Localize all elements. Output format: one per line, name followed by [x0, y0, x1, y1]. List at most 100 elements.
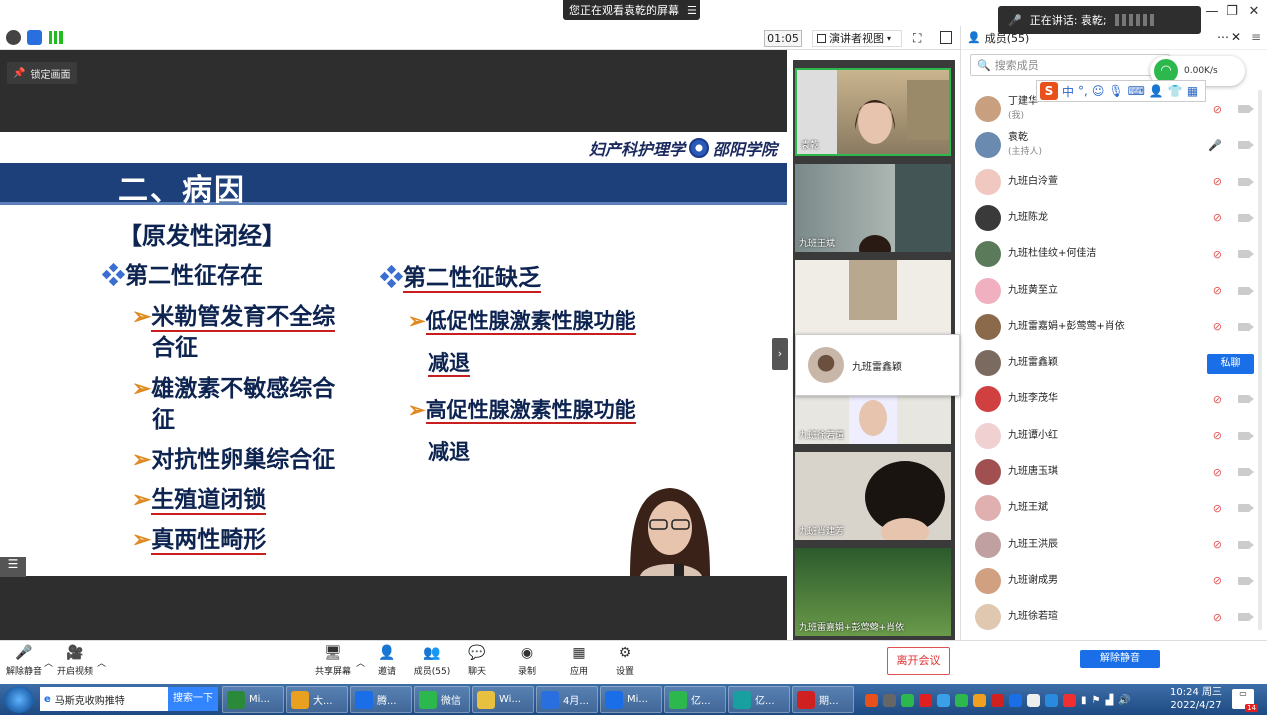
video-tile[interactable]: 袁乾	[795, 68, 951, 156]
emoji-icon[interactable]: ☺	[1092, 84, 1105, 98]
mic-muted-icon[interactable]: ⊘	[1213, 320, 1222, 333]
member-row[interactable]: 九班杜佳纹+何佳洁 ⊘	[970, 236, 1256, 272]
camera-icon[interactable]	[1238, 395, 1254, 404]
close-icon[interactable]: ✕	[1245, 4, 1263, 20]
member-row[interactable]: 九班王洪辰 ⊘	[970, 527, 1256, 563]
app-tray-icon[interactable]	[919, 693, 932, 707]
chat-button[interactable]: 💬 聊天	[453, 645, 501, 679]
mic-muted-icon[interactable]: ⊘	[1213, 502, 1222, 515]
taskbar-app[interactable]: 亿...	[728, 686, 790, 713]
start-button[interactable]	[4, 686, 34, 713]
camera-icon[interactable]	[1238, 141, 1254, 150]
settings-button[interactable]: ⚙ 设置	[601, 645, 649, 679]
signal-icon[interactable]: ▟	[1105, 695, 1113, 706]
mic-muted-icon[interactable]: ⊘	[1213, 538, 1222, 551]
mic-muted-icon[interactable]: ⊘	[1213, 175, 1222, 188]
mic-muted-icon[interactable]: ⊘	[1213, 466, 1222, 479]
chevron-icon[interactable]	[883, 693, 896, 707]
maximize-icon[interactable]: ❐	[1223, 4, 1241, 20]
chevron-up-icon[interactable]: ︿	[97, 656, 106, 669]
app-tray-icon[interactable]	[1027, 693, 1040, 707]
private-chat-button[interactable]: 私聊	[1207, 354, 1254, 374]
camera-icon[interactable]	[1238, 576, 1254, 585]
ime-mode-label[interactable]: 中	[1062, 83, 1074, 100]
mic-muted-icon[interactable]: ⊘	[1213, 103, 1222, 116]
taskbar-app[interactable]: 大...	[286, 686, 348, 713]
mic-muted-icon[interactable]: ⊘	[1213, 611, 1222, 624]
camera-icon[interactable]	[1238, 613, 1254, 622]
more-icon[interactable]: ⋯	[1217, 30, 1229, 44]
camera-icon[interactable]	[1238, 431, 1254, 440]
wifi-tray-icon[interactable]	[901, 693, 914, 707]
network-icon[interactable]	[1045, 693, 1058, 707]
sogou-icon[interactable]: S	[1040, 82, 1058, 100]
taskbar-app[interactable]: 微信	[414, 686, 470, 713]
panel-close-icon[interactable]: ✕	[1231, 30, 1241, 44]
shield-icon[interactable]	[27, 30, 42, 45]
member-row[interactable]: 九班徐若瑄 ⊘	[970, 599, 1256, 635]
camera-icon[interactable]	[1238, 213, 1254, 222]
collapse-strip-button[interactable]: ›	[772, 338, 788, 370]
share-screen-button[interactable]: 🖥 共享屏幕	[309, 645, 357, 679]
minimize-icon[interactable]: —	[1203, 4, 1221, 20]
video-tile[interactable]: 九班肖建芳	[795, 452, 951, 540]
mic-muted-icon[interactable]: ⊘	[1213, 574, 1222, 587]
app-tray-icon[interactable]	[1063, 693, 1076, 707]
member-row[interactable]: 九班唐玉琪 ⊘	[970, 454, 1256, 490]
mic-muted-icon[interactable]: ⊘	[1213, 429, 1222, 442]
view-mode-select[interactable]: 演讲者视图 ▾	[812, 30, 902, 47]
sogou-tray-icon[interactable]	[865, 693, 878, 707]
camera-icon[interactable]	[1238, 105, 1254, 113]
taskbar-app[interactable]: Wi...	[472, 686, 534, 713]
fullscreen-icon[interactable]: ⛶	[913, 31, 921, 46]
menu-icon[interactable]: ☰	[687, 4, 697, 17]
camera-icon[interactable]	[1238, 322, 1254, 331]
camera-icon[interactable]	[1238, 468, 1254, 476]
panel-toggle-icon[interactable]	[940, 31, 952, 44]
mic-icon[interactable]: 🎙	[1108, 84, 1123, 98]
app-tray-icon[interactable]	[991, 693, 1004, 707]
lock-screen-button[interactable]: 📌 锁定画面	[7, 62, 77, 84]
camera-icon[interactable]	[1238, 177, 1254, 186]
taskbar-search-input[interactable]: e 马斯克收购推特	[40, 687, 168, 711]
taskbar-app[interactable]: Mi...	[222, 686, 284, 713]
mic-muted-icon[interactable]: ⊘	[1213, 393, 1222, 406]
camera-icon[interactable]	[1238, 540, 1254, 549]
chevron-down-icon[interactable]: ﹀	[869, 622, 879, 637]
mic-muted-icon[interactable]: ⊘	[1213, 211, 1222, 224]
keyboard-icon[interactable]: ⌨	[1128, 84, 1145, 98]
members-button[interactable]: 👥 成员(55)	[408, 645, 456, 679]
taskbar-app[interactable]: Mi...	[600, 686, 662, 713]
video-tile[interactable]: 九班王斌	[795, 164, 951, 252]
camera-icon[interactable]	[1238, 250, 1254, 259]
camera-icon[interactable]	[1238, 286, 1254, 295]
member-row[interactable]: 九班陈龙 ⊘	[970, 200, 1256, 236]
record-button[interactable]: ◉ 录制	[503, 645, 551, 679]
mic-muted-icon[interactable]: 🎤	[1208, 139, 1222, 152]
member-search-input[interactable]: 🔍 搜索成员	[970, 54, 1170, 76]
info-icon[interactable]	[6, 30, 21, 45]
app-tray-icon[interactable]	[937, 693, 950, 707]
member-row[interactable]: 九班雷嘉娟+彭莺莺+肖依 ⊘	[970, 309, 1256, 345]
share-banner[interactable]: 您正在观看袁乾的屏幕 ☰	[563, 0, 700, 20]
signal-icon[interactable]	[49, 31, 63, 44]
taskbar-app[interactable]: 4月...	[536, 686, 598, 713]
member-row[interactable]: 九班李茂华 ⊘	[970, 381, 1256, 417]
member-row[interactable]: 九班王斌 ⊘	[970, 490, 1256, 526]
members-scrollbar[interactable]	[1258, 90, 1262, 630]
punctuation-icon[interactable]: °,	[1078, 84, 1088, 98]
camera-icon[interactable]	[1238, 504, 1254, 513]
ime-toolbar[interactable]: S 中 °, ☺ 🎙 ⌨ 👤 👕 ▦	[1036, 80, 1206, 102]
volume-icon[interactable]: 🔊	[1118, 695, 1130, 706]
invite-button[interactable]: 👤 邀请	[363, 645, 411, 679]
member-row[interactable]: 九班谢成男 ⊘	[970, 563, 1256, 599]
taskbar-search-button[interactable]: 搜索一下	[168, 687, 218, 711]
mute-button[interactable]: 🎤 解除静音	[0, 645, 48, 679]
shirt-icon[interactable]: 👕	[1168, 84, 1183, 98]
taskbar-app[interactable]: 亿...	[664, 686, 726, 713]
user-icon[interactable]: 👤	[1149, 84, 1164, 98]
flag-icon[interactable]: ⚑	[1092, 695, 1101, 706]
menu-icon[interactable]: ≡	[1251, 30, 1261, 44]
leave-meeting-button[interactable]: 离开会议	[887, 647, 950, 675]
notification-center-button[interactable]: ▭ 14	[1232, 689, 1258, 712]
